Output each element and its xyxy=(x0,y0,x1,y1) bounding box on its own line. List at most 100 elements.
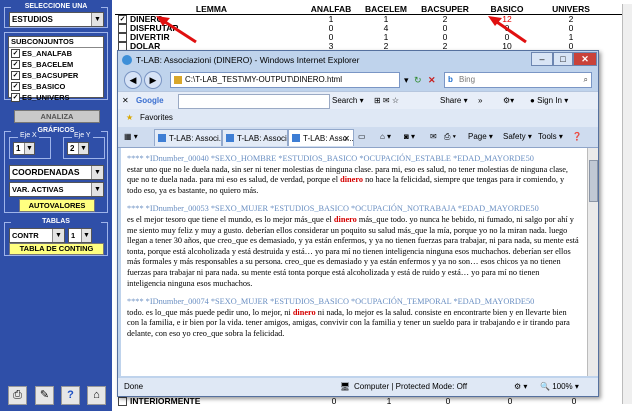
more-tools-icon[interactable]: » xyxy=(478,92,482,110)
chevron-down-icon[interactable]: ▼ xyxy=(81,229,91,242)
checkbox-checked-icon[interactable]: ✓ xyxy=(11,82,20,91)
tab-3-active[interactable]: T-LAB: Asso... ✕ xyxy=(288,129,354,146)
maximize-button[interactable]: □ xyxy=(553,52,573,66)
stop-icon[interactable]: ✕ xyxy=(428,73,436,87)
checkbox-icon[interactable] xyxy=(118,397,127,406)
subset-item[interactable]: ✓ ES_BACELEM xyxy=(9,59,103,70)
refresh-icon[interactable]: ↻ xyxy=(414,73,422,87)
scrollbar-thumb[interactable] xyxy=(589,160,598,202)
chevron-down-icon[interactable]: ▼ xyxy=(24,143,34,154)
table-type-select[interactable]: TABLA DE CONTING xyxy=(9,243,104,255)
subset-item[interactable]: ✓ ES_ANALFAB xyxy=(9,48,103,59)
search-icon[interactable]: ⌕ xyxy=(584,73,588,87)
quick-tabs-icon[interactable]: ▦ ▾ xyxy=(124,127,138,147)
status-bar: Done 🖥 Computer | Protected Mode: Off ⚙ … xyxy=(118,378,598,396)
records-list: **** *IDnumber_00040 *SEXO_HOMBRE *ESTUD… xyxy=(121,148,587,340)
zoom-control[interactable]: 🔍 100% ▾ xyxy=(540,378,579,396)
col-header-analfab[interactable]: ANALFAB xyxy=(305,4,357,14)
tools-icon[interactable]: ✎ xyxy=(35,386,54,405)
variable-select-value: ESTUDIOS xyxy=(12,15,53,24)
help-icon[interactable]: ❓ xyxy=(572,127,582,147)
forward-icon[interactable]: ▶ xyxy=(144,71,162,89)
col-header-lemma[interactable]: LEMMA xyxy=(115,4,305,14)
graphs-group: GRÁFICOS Eje X 1 ▼ Eje Y 2 ▼ COORDENADAS… xyxy=(4,126,108,213)
safety-menu[interactable]: Safety ▾ xyxy=(503,127,532,147)
tools-menu[interactable]: Tools ▾ xyxy=(538,127,563,147)
checkbox-icon[interactable] xyxy=(118,24,127,33)
table-number-select[interactable]: 1 ▼ xyxy=(68,228,92,243)
home-icon[interactable]: ⌂ xyxy=(87,386,106,405)
tables-title: TABLAS xyxy=(11,217,101,227)
search-input[interactable]: b Bing ⌕ xyxy=(444,72,592,88)
checkbox-checked-icon[interactable]: ✓ xyxy=(118,15,127,24)
close-toolbar-icon[interactable]: ✕ xyxy=(122,92,129,110)
variable-select[interactable]: ESTUDIOS ▼ xyxy=(9,12,104,27)
print-icon[interactable]: ⎙ ▾ xyxy=(444,127,456,147)
close-tab-icon[interactable]: ✕ xyxy=(343,130,350,146)
protected-mode-icon[interactable]: ⚙ ▾ xyxy=(514,378,527,396)
subsets-title: SUBCONJUNTOS xyxy=(9,37,103,48)
address-bar[interactable]: C:\T-LAB_TEST\MY-OUTPUT\DINERO.html xyxy=(170,72,400,88)
col-header-univers[interactable]: UNIVERS xyxy=(539,4,603,14)
subset-item[interactable]: ✓ ES_BASICO xyxy=(9,81,103,92)
help-icon[interactable]: ? xyxy=(61,386,80,405)
google-search-button[interactable]: Search ▾ xyxy=(332,92,364,110)
table-select[interactable]: CONTR ▼ xyxy=(9,228,65,243)
col-header-bacelem[interactable]: BACELEM xyxy=(357,4,415,14)
checkbox-checked-icon[interactable]: ✓ xyxy=(11,60,20,69)
variables-select[interactable]: VAR. ACTIVAS ▼ xyxy=(9,182,104,197)
tab-1[interactable]: T-LAB: Associ... xyxy=(154,129,222,146)
checkbox-checked-icon[interactable]: ✓ xyxy=(11,49,20,58)
checkbox-checked-icon[interactable]: ✓ xyxy=(11,93,20,102)
ie-navbar: ◀ ▶ C:\T-LAB_TEST\MY-OUTPUT\DINERO.html … xyxy=(118,69,598,91)
checkbox-checked-icon[interactable]: ✓ xyxy=(11,71,20,80)
col-header-bacsuper[interactable]: BACSUPER xyxy=(415,4,475,14)
coords-select[interactable]: COORDENADAS ▼ xyxy=(9,165,104,180)
chevron-down-icon[interactable]: ▼ xyxy=(91,13,103,26)
chevron-down-icon[interactable]: ▼ xyxy=(52,229,64,242)
left-panel: SELECCIONE UNA VARIABLE ESTUDIOS ▼ SUBCO… xyxy=(0,0,112,411)
table-scrollbar[interactable] xyxy=(622,4,632,404)
google-toolbar: ✕ Google Search ▾ ⊞ ✉ ☆ Share ▾ » ⚙▾ ● S… xyxy=(118,91,598,110)
google-toolbar-icons[interactable]: ⊞ ✉ ☆ xyxy=(374,92,399,110)
autovalores-button[interactable]: AUTOVALORES xyxy=(19,199,95,212)
home-icon[interactable]: ⌂ ▾ xyxy=(380,127,391,147)
wrench-icon[interactable]: ⚙▾ xyxy=(503,92,514,110)
google-logo: Google xyxy=(136,96,164,105)
mail-icon[interactable]: ✉ xyxy=(430,127,437,147)
favorites-button[interactable]: Favorites xyxy=(140,109,173,127)
axis-y-label: Eje Y xyxy=(72,132,93,139)
record-text: estar uno que no le duela nada, sin ser … xyxy=(127,164,568,195)
ie-titlebar[interactable]: T-LAB: Associazioni (DINERO) - Windows I… xyxy=(118,51,598,69)
computer-zone-icon: 🖥 xyxy=(340,382,351,391)
share-button[interactable]: Share ▾ xyxy=(440,92,468,110)
checkbox-icon[interactable] xyxy=(118,33,127,42)
chevron-down-icon[interactable]: ▼ xyxy=(78,143,88,154)
back-icon[interactable]: ◀ xyxy=(124,71,142,89)
subset-item[interactable]: ✓ ES_UNIVERS xyxy=(9,92,103,103)
minimize-button[interactable]: – xyxy=(531,52,553,66)
close-button[interactable]: ✕ xyxy=(573,52,597,66)
annotation-arrow-lemma xyxy=(156,16,197,44)
google-search-input[interactable] xyxy=(178,94,330,109)
record-header: **** *IDnumber_00074 *SEXO_MUJER *ESTUDI… xyxy=(127,297,535,307)
annotation-arrow-basico xyxy=(488,16,527,44)
export-icon[interactable]: ⎙ xyxy=(8,386,27,405)
chevron-down-icon[interactable]: ▼ xyxy=(91,183,103,196)
content-scrollbar[interactable] xyxy=(587,148,598,376)
ie-window: T-LAB: Associazioni (DINERO) - Windows I… xyxy=(117,50,599,397)
new-tab-icon[interactable]: ▭ xyxy=(358,127,366,147)
axis-x-select[interactable]: 1 ▼ xyxy=(13,142,35,155)
star-icon[interactable]: ★ xyxy=(126,109,133,127)
subsets-list: SUBCONJUNTOS ✓ ES_ANALFAB ✓ ES_BACELEM ✓ ES… xyxy=(8,36,104,102)
axis-y-select[interactable]: 2 ▼ xyxy=(67,142,89,155)
subset-item[interactable]: ✓ ES_BACSUPER xyxy=(9,70,103,81)
sign-in-link[interactable]: ● Sign In ▾ xyxy=(530,92,568,110)
chevron-down-icon[interactable]: ▼ xyxy=(91,166,103,179)
dropdown-icon[interactable]: ▾ xyxy=(404,73,409,87)
tab-2[interactable]: T-LAB: Associ... xyxy=(222,129,288,146)
feeds-icon[interactable]: ◙ ▾ xyxy=(404,127,415,147)
table-row[interactable]: INTERIORMENTE 0 1 0 0 0 xyxy=(115,397,632,406)
page-menu[interactable]: Page ▾ xyxy=(468,127,493,147)
analyze-button[interactable]: ANALIZA xyxy=(14,110,100,123)
